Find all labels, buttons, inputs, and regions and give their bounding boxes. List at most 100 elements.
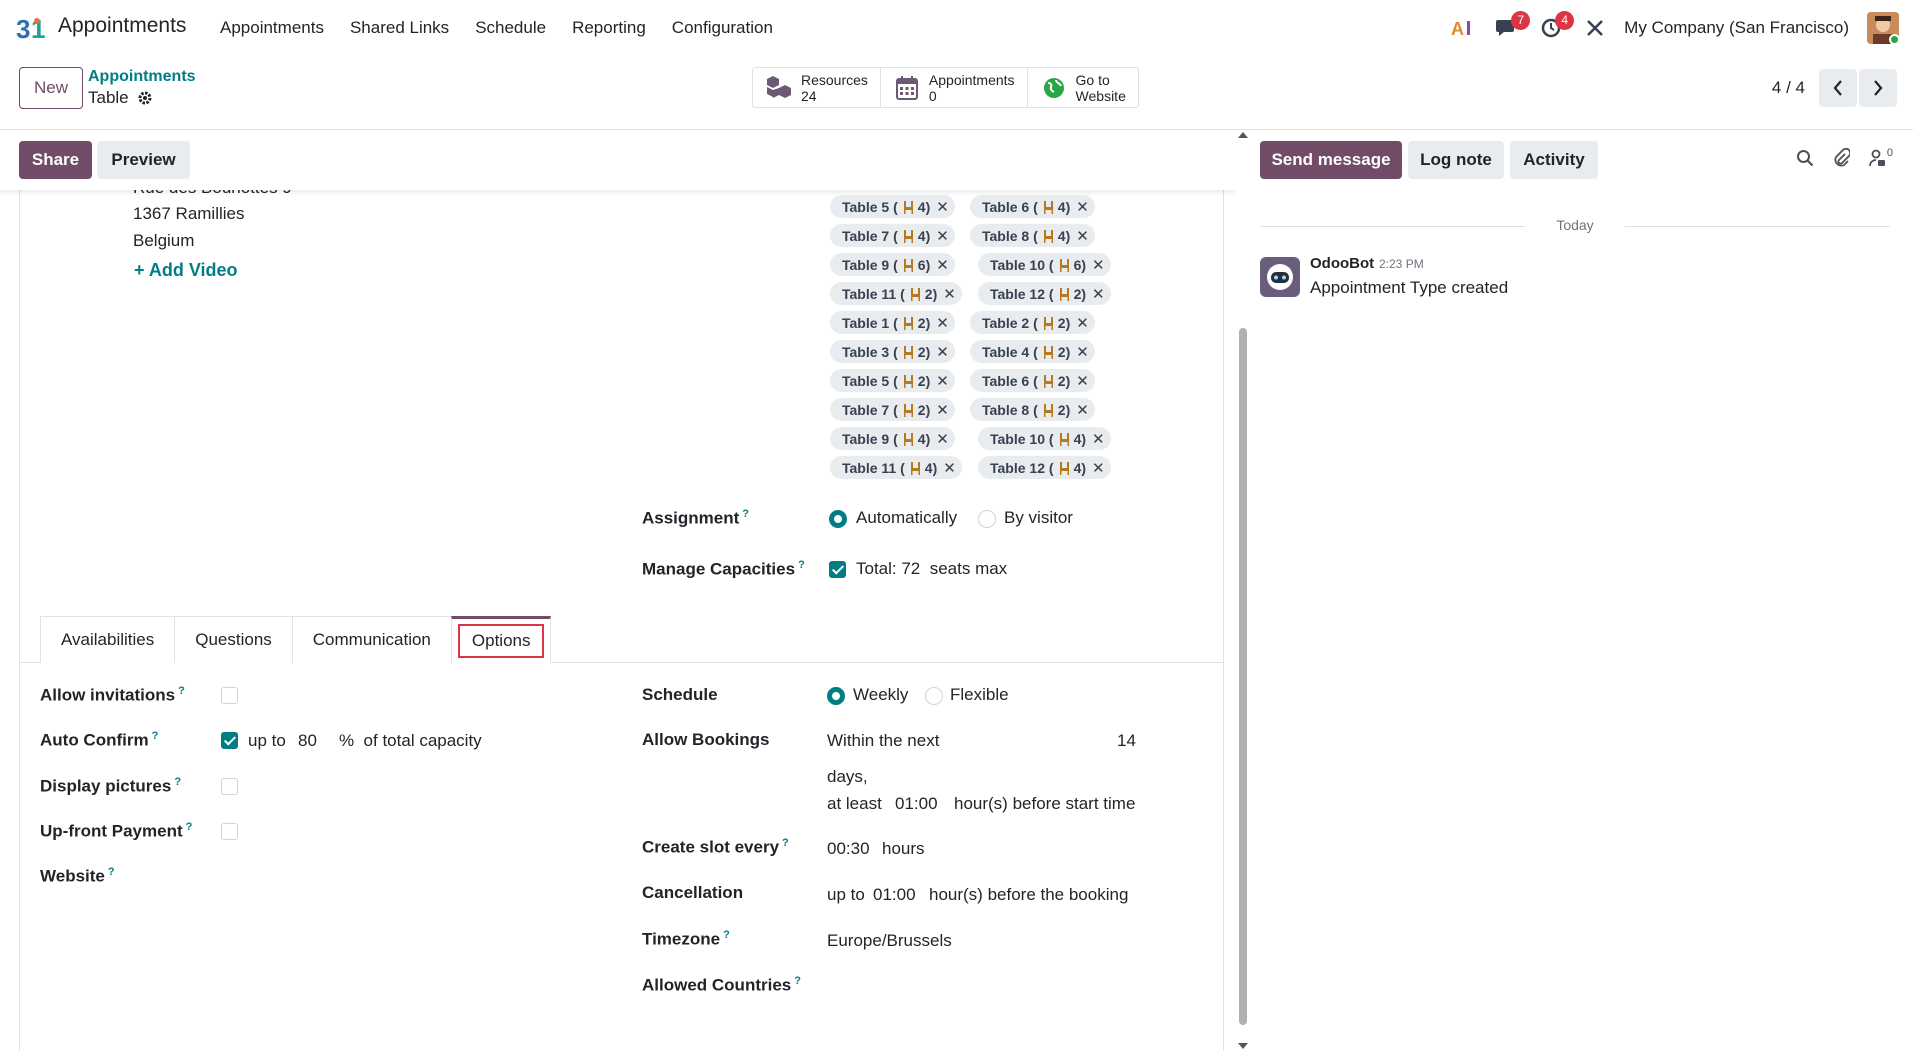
resource-tag[interactable]: Table 11 (2) ✕ — [830, 282, 962, 305]
assignment-by-visitor-label[interactable]: By visitor — [1004, 508, 1073, 528]
resource-tag[interactable]: Table 8 (2) ✕ — [970, 398, 1095, 421]
menu-shared-links[interactable]: Shared Links — [350, 18, 449, 38]
schedule-weekly-label[interactable]: Weekly — [853, 685, 908, 705]
ai-icon[interactable]: A — [1448, 13, 1478, 43]
tab-questions[interactable]: Questions — [174, 616, 293, 663]
remove-tag-icon[interactable]: ✕ — [936, 256, 949, 274]
schedule-flexible-label[interactable]: Flexible — [950, 685, 1009, 705]
remove-tag-icon[interactable]: ✕ — [1092, 285, 1105, 303]
pager-previous-button[interactable] — [1819, 69, 1857, 107]
remove-tag-icon[interactable]: ✕ — [1092, 459, 1105, 477]
appointments-smart-button[interactable]: Appointments 0 — [881, 68, 1028, 107]
breadcrumb-parent[interactable]: Appointments — [88, 68, 196, 86]
timezone-select[interactable]: Europe/Brussels — [827, 931, 952, 951]
remove-tag-icon[interactable]: ✕ — [1076, 401, 1089, 419]
resource-tag[interactable]: Table 2 (2) ✕ — [970, 311, 1095, 334]
company-switcher[interactable]: My Company (San Francisco) — [1624, 18, 1849, 38]
auto-confirm-checkbox[interactable] — [221, 732, 238, 749]
remove-tag-icon[interactable]: ✕ — [1092, 256, 1105, 274]
resource-tag[interactable]: Table 11 (4) ✕ — [830, 456, 962, 479]
resource-tag[interactable]: Table 7 (2) ✕ — [830, 398, 955, 421]
remove-tag-icon[interactable]: ✕ — [936, 430, 949, 448]
share-button[interactable]: Share — [19, 141, 92, 179]
total-capacity-text[interactable]: Total: 72 seats max — [856, 559, 1007, 579]
tools-icon[interactable] — [1580, 13, 1610, 43]
resource-tag[interactable]: Table 6 (4) ✕ — [970, 195, 1095, 218]
manage-capacities-checkbox[interactable] — [829, 561, 846, 578]
go-to-website-smart-button[interactable]: Go to Website — [1028, 68, 1138, 107]
resource-tag[interactable]: Table 7 (4) ✕ — [830, 224, 955, 247]
paperclip-icon[interactable] — [1832, 148, 1850, 168]
scroll-down-arrow-icon[interactable] — [1238, 1043, 1248, 1049]
user-avatar[interactable] — [1867, 11, 1899, 44]
remove-tag-icon[interactable]: ✕ — [936, 401, 949, 419]
remove-tag-icon[interactable]: ✕ — [936, 372, 949, 390]
tab-communication[interactable]: Communication — [291, 616, 452, 663]
assignment-automatically-radio[interactable] — [829, 510, 847, 528]
auto-confirm-percentage-input[interactable]: 80 — [298, 731, 317, 751]
message-author[interactable]: OdooBot — [1310, 255, 1374, 272]
tab-availabilities[interactable]: Availabilities — [40, 616, 176, 663]
min-schedule-hours-input[interactable]: 01:00 — [895, 794, 938, 814]
resource-tag[interactable]: Table 9 (6) ✕ — [830, 253, 955, 276]
menu-configuration[interactable]: Configuration — [672, 18, 773, 38]
messages-icon[interactable]: 7 — [1492, 10, 1531, 43]
remove-tag-icon[interactable]: ✕ — [1076, 314, 1089, 332]
remove-tag-icon[interactable]: ✕ — [936, 314, 949, 332]
search-icon[interactable] — [1796, 149, 1814, 167]
allow-bookings-days-input[interactable]: 14 — [1117, 731, 1136, 751]
add-video-link[interactable]: + Add Video — [134, 260, 238, 281]
remove-tag-icon[interactable]: ✕ — [1076, 198, 1089, 216]
resource-tag[interactable]: Table 12 (4) ✕ — [978, 456, 1111, 479]
resources-smart-button[interactable]: Resources 24 — [753, 68, 881, 107]
remove-tag-icon[interactable]: ✕ — [1076, 227, 1089, 245]
resource-tag[interactable]: Table 5 (4) ✕ — [830, 195, 955, 218]
resource-tag[interactable]: Table 12 (2) ✕ — [978, 282, 1111, 305]
upfront-payment-checkbox[interactable] — [221, 823, 238, 840]
schedule-weekly-radio[interactable] — [827, 687, 845, 705]
pager-value[interactable]: 4 / 4 — [1772, 78, 1805, 98]
form-scrollbar[interactable] — [1237, 130, 1249, 1051]
resource-tag[interactable]: Table 8 (4) ✕ — [970, 224, 1095, 247]
log-note-button[interactable]: Log note — [1408, 141, 1504, 179]
scroll-up-arrow-icon[interactable] — [1238, 132, 1248, 138]
menu-reporting[interactable]: Reporting — [572, 18, 646, 38]
remove-tag-icon[interactable]: ✕ — [1076, 372, 1089, 390]
remove-tag-icon[interactable]: ✕ — [936, 198, 949, 216]
remove-tag-icon[interactable]: ✕ — [943, 285, 956, 303]
new-button[interactable]: New — [19, 67, 83, 109]
slot-duration-input[interactable]: 00:30 — [827, 839, 870, 859]
resource-tag[interactable]: Table 4 (2)✕ — [970, 340, 1095, 363]
menu-appointments[interactable]: Appointments — [220, 18, 324, 38]
remove-tag-icon[interactable]: ✕ — [936, 227, 949, 245]
pager-next-button[interactable] — [1859, 69, 1897, 107]
followers-button[interactable]: 0 — [1868, 147, 1893, 167]
display-pictures-checkbox[interactable] — [221, 778, 238, 795]
gear-icon[interactable] — [137, 90, 153, 106]
appointments-app-icon[interactable]: 3 1 — [16, 13, 50, 43]
resource-tag[interactable]: Table 3 (2)✕ — [830, 340, 955, 363]
activity-button[interactable]: Activity — [1510, 141, 1598, 179]
remove-tag-icon[interactable]: ✕ — [1092, 430, 1105, 448]
remove-tag-icon[interactable]: ✕ — [1076, 343, 1089, 361]
send-message-button[interactable]: Send message — [1260, 141, 1402, 179]
assignment-automatically-label[interactable]: Automatically — [856, 508, 957, 528]
resource-tag[interactable]: Table 1 (2) ✕ — [830, 311, 955, 334]
assignment-by-visitor-radio[interactable] — [978, 510, 996, 528]
resource-tag[interactable]: Table 5 (2) ✕ — [830, 369, 955, 392]
schedule-flexible-radio[interactable] — [925, 687, 943, 705]
cancellation-hours-input[interactable]: 01:00 — [873, 885, 916, 905]
menu-schedule[interactable]: Schedule — [475, 18, 546, 38]
preview-button[interactable]: Preview — [97, 141, 190, 179]
tab-options[interactable]: Options — [450, 616, 552, 663]
remove-tag-icon[interactable]: ✕ — [936, 343, 949, 361]
scrollbar-thumb[interactable] — [1239, 328, 1247, 1025]
resource-tag[interactable]: Table 9 (4) ✕ — [830, 427, 955, 450]
remove-tag-icon[interactable]: ✕ — [943, 459, 956, 477]
resource-tag[interactable]: Table 10 (4) ✕ — [978, 427, 1111, 450]
resource-tag[interactable]: Table 10 (6) ✕ — [978, 253, 1111, 276]
resource-tag[interactable]: Table 6 (2) ✕ — [970, 369, 1095, 392]
app-name[interactable]: Appointments — [58, 14, 186, 38]
allow-invitations-checkbox[interactable] — [221, 687, 238, 704]
activities-clock-icon[interactable]: 4 — [1536, 10, 1575, 43]
